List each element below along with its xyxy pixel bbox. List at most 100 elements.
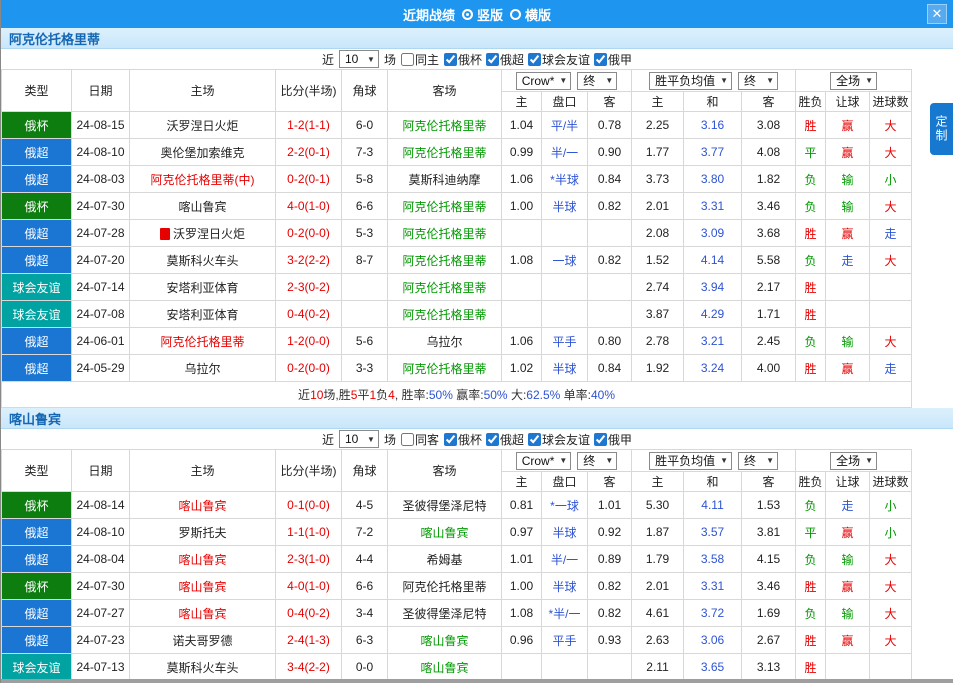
avg-draw-cell: 3.24 xyxy=(684,355,742,382)
home-team-link[interactable]: 莫斯科火车头 xyxy=(130,654,276,681)
score-cell: 3-4(2-2) xyxy=(276,654,342,681)
away-team-link[interactable]: 圣彼得堡泽尼特 xyxy=(388,600,502,627)
avg-home-cell: 1.77 xyxy=(632,139,684,166)
home-team-link[interactable]: 沃罗涅日火炬 xyxy=(130,112,276,139)
league-label: 俄超 xyxy=(500,431,524,448)
home-team-link[interactable]: 喀山鲁宾 xyxy=(130,492,276,519)
avg-state-select[interactable]: 终▼ xyxy=(738,452,778,470)
home-odds-cell: 1.02 xyxy=(502,355,542,382)
away-team-link[interactable]: 阿克伦托格里蒂 xyxy=(388,573,502,600)
away-team-link[interactable]: 乌拉尔 xyxy=(388,328,502,355)
bookmaker-select[interactable]: Crow*▼ xyxy=(516,452,572,470)
league-filter[interactable]: 球会友谊 xyxy=(528,431,590,448)
away-team-link[interactable]: 阿克伦托格里蒂 xyxy=(388,193,502,220)
customize-tab[interactable]: 定制 xyxy=(930,103,953,155)
handicap-cell: *半/一 xyxy=(542,600,588,627)
away-team-link[interactable]: 阿克伦托格里蒂 xyxy=(388,139,502,166)
home-team-link[interactable]: 喀山鲁宾 xyxy=(130,193,276,220)
away-team-link[interactable]: 喀山鲁宾 xyxy=(388,519,502,546)
match-row: 俄超24-06-01阿克伦托格里蒂1-2(0-0)5-6乌拉尔1.06平手0.8… xyxy=(2,328,912,355)
avg-type-select[interactable]: 胜平负均值▼ xyxy=(649,452,732,470)
close-button[interactable]: ✕ xyxy=(927,4,947,24)
away-team-link[interactable]: 阿克伦托格里蒂 xyxy=(388,301,502,328)
match-count-select[interactable]: 10 ▼ xyxy=(339,430,379,448)
home-team-link[interactable]: 沃罗涅日火炬 xyxy=(130,220,276,247)
layout-radio-vertical[interactable]: 竖版 xyxy=(462,5,503,24)
bookmaker-select[interactable]: Crow*▼ xyxy=(516,72,572,90)
home-team-link[interactable]: 奥伦堡加索维克 xyxy=(130,139,276,166)
away-odds-cell: 0.80 xyxy=(588,328,632,355)
goals-result-cell: 大 xyxy=(870,328,912,355)
league-filter[interactable]: 俄杯 xyxy=(444,51,482,68)
league-checkbox[interactable] xyxy=(528,433,541,446)
score-cell: 3-2(2-2) xyxy=(276,247,342,274)
handicap-cell: 平/半 xyxy=(542,112,588,139)
chevron-down-icon: ▼ xyxy=(865,76,873,85)
league-filter[interactable]: 俄超 xyxy=(486,431,524,448)
away-team-link[interactable]: 莫斯科迪纳摩 xyxy=(388,166,502,193)
chevron-down-icon: ▼ xyxy=(367,55,375,64)
score-cell: 1-2(0-0) xyxy=(276,328,342,355)
league-filter[interactable]: 俄杯 xyxy=(444,431,482,448)
subcol-away-odds: 客 xyxy=(588,92,632,112)
home-team-link[interactable]: 罗斯托夫 xyxy=(130,519,276,546)
score-cell: 1-1(1-0) xyxy=(276,519,342,546)
away-team-link[interactable]: 阿克伦托格里蒂 xyxy=(388,355,502,382)
subcol-avg-draw: 和 xyxy=(684,92,742,112)
home-team-link[interactable]: 阿克伦托格里蒂(中) xyxy=(130,166,276,193)
home-team-link[interactable]: 喀山鲁宾 xyxy=(130,600,276,627)
avg-home-cell: 2.25 xyxy=(632,112,684,139)
home-team-link[interactable]: 喀山鲁宾 xyxy=(130,546,276,573)
layout-radio-horizontal[interactable]: 横版 xyxy=(510,5,551,24)
home-team-link[interactable]: 喀山鲁宾 xyxy=(130,573,276,600)
away-team-link[interactable]: 阿克伦托格里蒂 xyxy=(388,274,502,301)
result-cell: 胜 xyxy=(796,112,826,139)
league-checkbox[interactable] xyxy=(528,53,541,66)
match-count-select[interactable]: 10 ▼ xyxy=(339,50,379,68)
league-checkbox[interactable] xyxy=(594,53,607,66)
scope-select[interactable]: 全场▼ xyxy=(830,72,877,90)
avg-state-select[interactable]: 终▼ xyxy=(738,72,778,90)
dialog-title: 近期战绩 xyxy=(403,5,455,24)
home-team-link[interactable]: 阿克伦托格里蒂 xyxy=(130,328,276,355)
home-team-link[interactable]: 乌拉尔 xyxy=(130,355,276,382)
league-checkbox[interactable] xyxy=(486,433,499,446)
result-cell: 胜 xyxy=(796,301,826,328)
bookmaker-state-select[interactable]: 终▼ xyxy=(577,72,617,90)
home-odds-cell: 1.08 xyxy=(502,247,542,274)
bookmaker-state-select[interactable]: 终▼ xyxy=(577,452,617,470)
same-venue-checkbox[interactable] xyxy=(401,433,414,446)
home-odds-cell xyxy=(502,220,542,247)
date-cell: 24-07-23 xyxy=(72,627,130,654)
avg-type-select[interactable]: 胜平负均值▼ xyxy=(649,72,732,90)
home-team-link[interactable]: 诺夫哥罗德 xyxy=(130,627,276,654)
league-checkbox[interactable] xyxy=(486,53,499,66)
horizontal-scrollbar[interactable] xyxy=(1,679,953,683)
scope-select[interactable]: 全场▼ xyxy=(830,452,877,470)
league-filter[interactable]: 俄甲 xyxy=(594,431,632,448)
home-team-link[interactable]: 莫斯科火车头 xyxy=(130,247,276,274)
avg-home-cell: 1.79 xyxy=(632,546,684,573)
home-team-link[interactable]: 安塔利亚体育 xyxy=(130,301,276,328)
same-venue-filter[interactable]: 同主 xyxy=(401,51,439,68)
away-team-link[interactable]: 阿克伦托格里蒂 xyxy=(388,112,502,139)
handicap-cell: 半球 xyxy=(542,573,588,600)
away-team-link[interactable]: 圣彼得堡泽尼特 xyxy=(388,492,502,519)
league-checkbox[interactable] xyxy=(444,433,457,446)
league-filter[interactable]: 球会友谊 xyxy=(528,51,590,68)
league-label: 俄杯 xyxy=(458,51,482,68)
home-team-link[interactable]: 安塔利亚体育 xyxy=(130,274,276,301)
away-team-link[interactable]: 喀山鲁宾 xyxy=(388,654,502,681)
league-checkbox[interactable] xyxy=(594,433,607,446)
same-venue-checkbox[interactable] xyxy=(401,53,414,66)
away-team-link[interactable]: 希姆基 xyxy=(388,546,502,573)
league-filter[interactable]: 俄超 xyxy=(486,51,524,68)
away-team-link[interactable]: 阿克伦托格里蒂 xyxy=(388,247,502,274)
corners-cell: 4-5 xyxy=(342,492,388,519)
away-team-link[interactable]: 喀山鲁宾 xyxy=(388,627,502,654)
avg-away-cell: 4.15 xyxy=(742,546,796,573)
league-checkbox[interactable] xyxy=(444,53,457,66)
same-venue-filter[interactable]: 同客 xyxy=(401,431,439,448)
league-filter[interactable]: 俄甲 xyxy=(594,51,632,68)
away-team-link[interactable]: 阿克伦托格里蒂 xyxy=(388,220,502,247)
